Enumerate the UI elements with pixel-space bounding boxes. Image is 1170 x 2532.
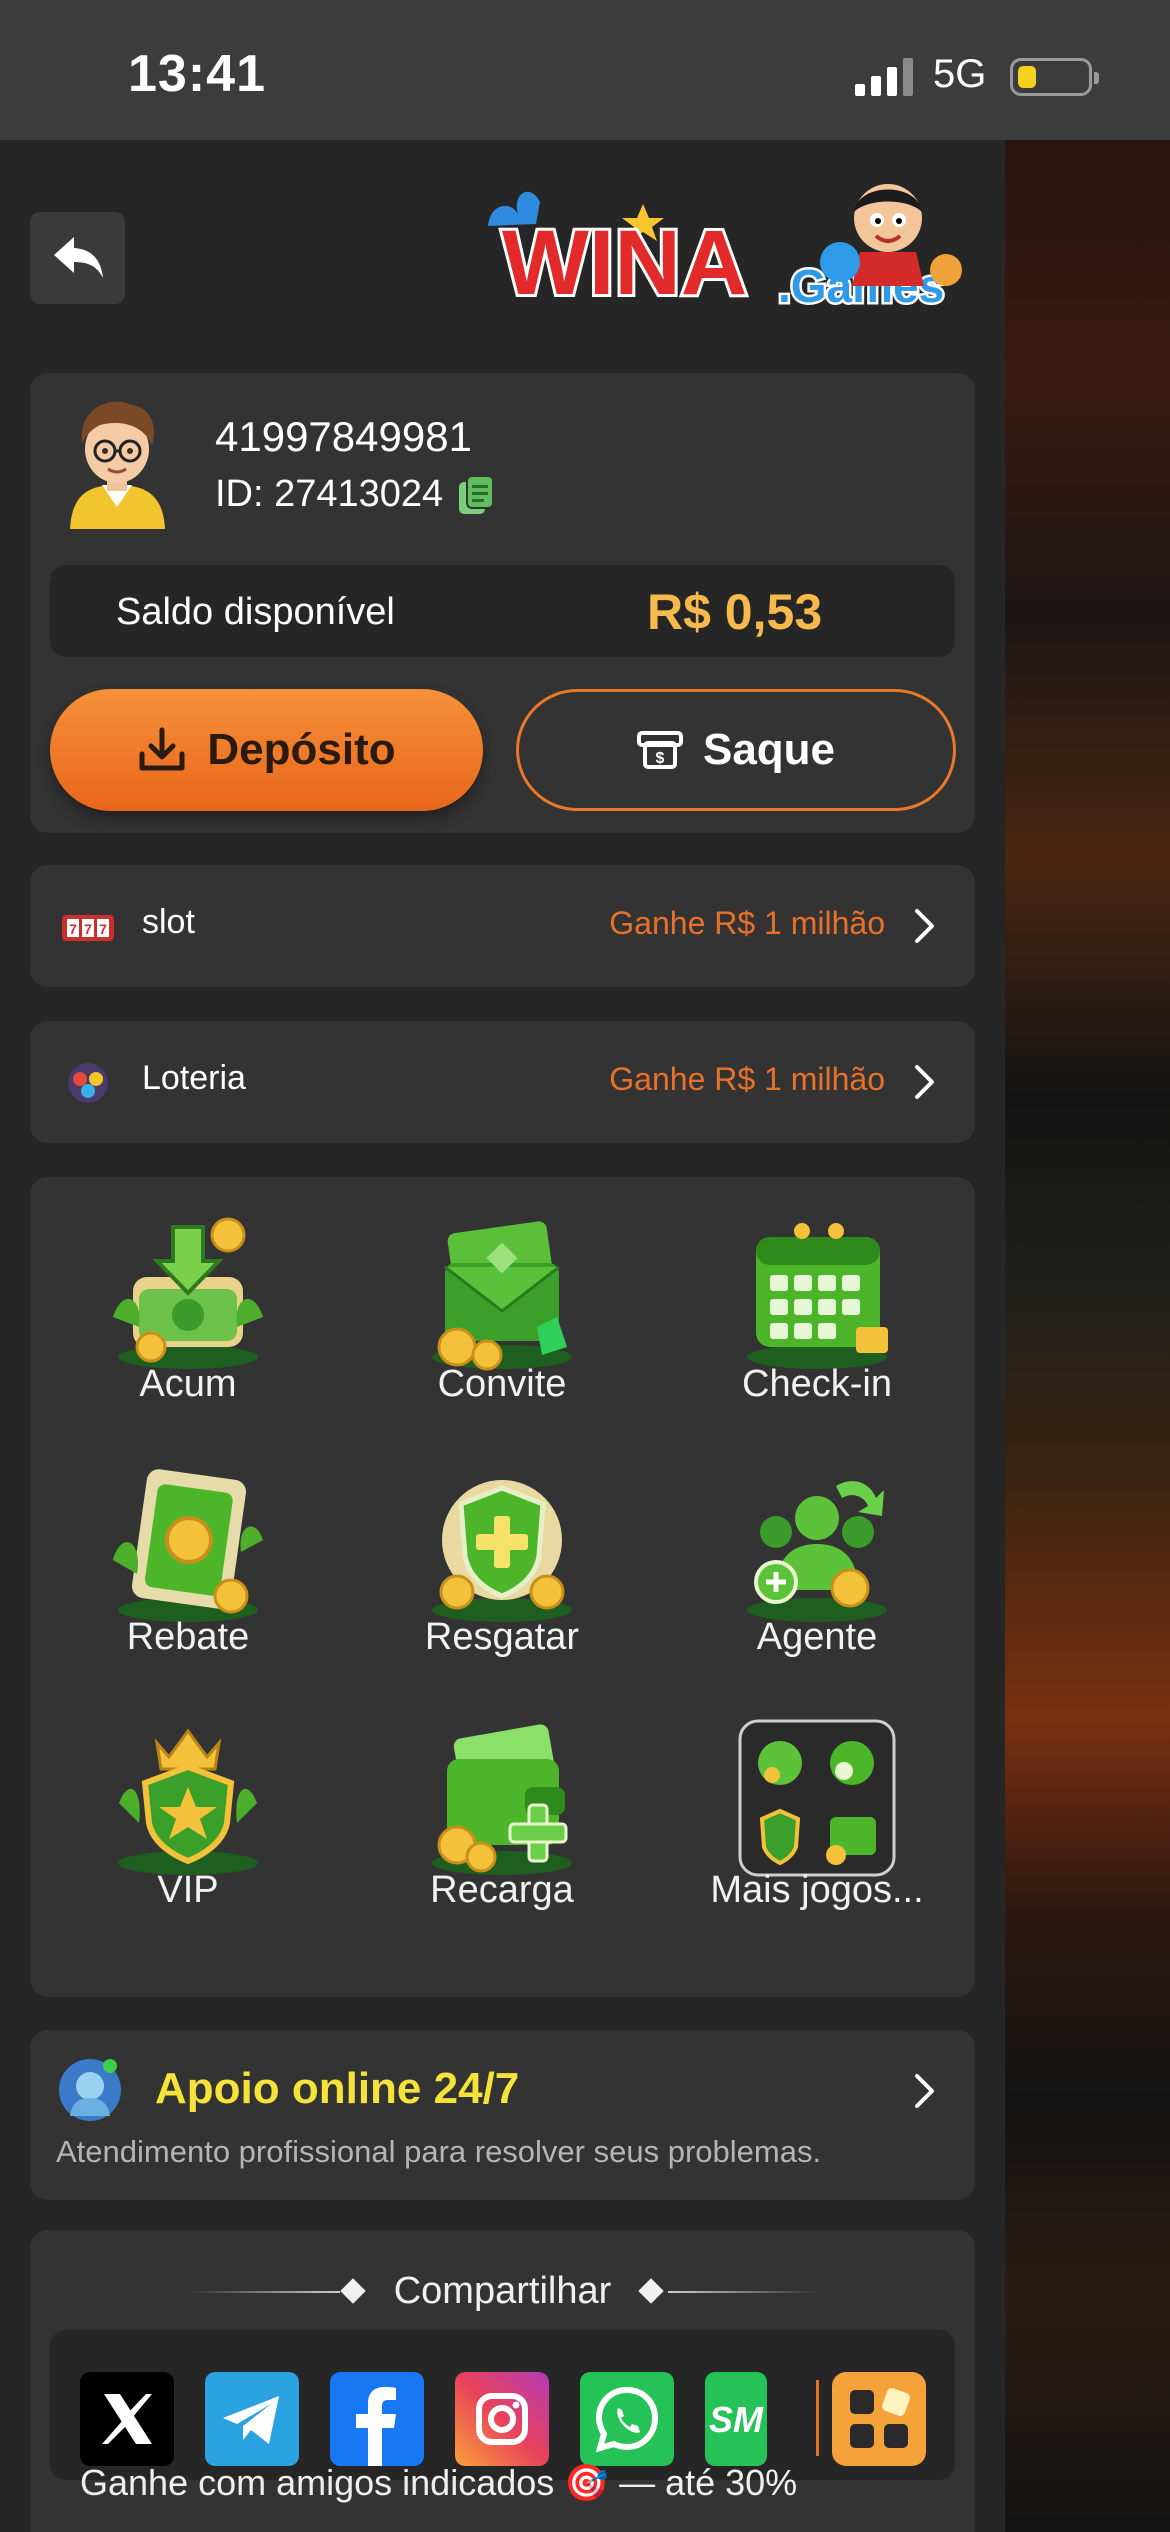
support-subtitle: Atendimento profissional para resolver s…	[56, 2134, 822, 2169]
balance-label: Saldo disponível	[116, 591, 395, 633]
svg-text:7: 7	[99, 921, 107, 937]
network-type: 5G	[933, 52, 987, 96]
status-bar: 13:41 5G	[0, 0, 1170, 140]
signal-icon	[855, 58, 913, 96]
share-divider	[816, 2380, 819, 2456]
share-caption: Ganhe com amigos indicados 🎯 — até 30%	[80, 2462, 798, 2503]
feature-label: Agente	[756, 1616, 878, 1658]
calendar-icon	[747, 1223, 888, 1369]
user-id: ID: 27413024	[215, 473, 444, 515]
instagram-icon[interactable]	[455, 2372, 549, 2466]
promo-cta: Ganhe R$ 1 milhão	[609, 905, 885, 941]
chevron-right-icon	[915, 909, 934, 943]
more-apps-icon[interactable]	[832, 2372, 926, 2466]
feature-label: Resgatar	[424, 1616, 580, 1658]
more-games-icon	[738, 1719, 896, 1877]
money-stack-icon	[113, 1217, 263, 1369]
background-overlay[interactable]	[1005, 140, 1170, 2532]
feature-label: Mais jogos...	[710, 1869, 924, 1911]
facebook-icon[interactable]	[330, 2372, 424, 2466]
chevron-right-icon	[915, 1065, 934, 1099]
promo-row-lottery[interactable]: Loteria Ganhe R$ 1 milhão	[30, 1021, 975, 1143]
shield-plus-icon	[432, 1480, 572, 1622]
feature-checkin[interactable]: Check-in	[702, 1197, 932, 1437]
sms-icon[interactable]: SM	[705, 2372, 767, 2466]
divider-line	[668, 2291, 818, 2293]
feature-grid: Acum Convite Check-in Rebate Resgatar Ag…	[30, 1177, 975, 1997]
promo-cta: Ganhe R$ 1 milhão	[609, 1061, 885, 1097]
support-title: Apoio online 24/7	[155, 2064, 520, 2113]
telegram-icon[interactable]	[205, 2372, 299, 2466]
feature-rebate[interactable]: Rebate	[73, 1450, 303, 1690]
withdraw-label: Saque	[702, 725, 836, 774]
status-time: 13:41	[128, 45, 266, 103]
feature-label: Check-in	[742, 1363, 892, 1405]
share-card: Compartilhar SM Ganhe com amigos indicad…	[30, 2230, 975, 2532]
back-button[interactable]	[30, 212, 125, 304]
feature-recarga[interactable]: Recarga	[387, 1703, 617, 1943]
vip-crown-shield-icon	[118, 1728, 258, 1875]
svg-text:SM: SM	[709, 2399, 764, 2440]
support-agent-icon	[59, 2059, 121, 2121]
lottery-ball-icon	[68, 1063, 108, 1103]
deposit-button[interactable]: Depósito	[50, 689, 483, 811]
feature-label: Rebate	[126, 1616, 250, 1658]
chevron-right-icon	[915, 2074, 934, 2108]
support-card[interactable]: Apoio online 24/7 Atendimento profission…	[30, 2030, 975, 2200]
feature-label: Recarga	[430, 1869, 574, 1911]
user-avatar[interactable]	[60, 389, 175, 529]
slot-machine-icon: 7 7 7	[62, 915, 114, 941]
feature-resgatar[interactable]: Resgatar	[387, 1450, 617, 1690]
promo-label: slot	[142, 903, 195, 941]
copy-icon[interactable]	[457, 474, 495, 516]
user-card: 41997849981 ID: 27413024 Saldo disponíve…	[30, 373, 975, 833]
svg-text:7: 7	[84, 921, 92, 937]
feature-agente[interactable]: Agente	[702, 1450, 932, 1690]
user-phone: 41997849981	[215, 413, 472, 460]
user-id-row: ID: 27413024	[215, 473, 495, 516]
wina-games-logo: WINA .Games	[488, 184, 962, 317]
download-icon	[139, 727, 185, 771]
feature-acum[interactable]: Acum	[73, 1197, 303, 1437]
share-title: Compartilhar	[393, 2270, 612, 2312]
feature-vip[interactable]: VIP	[73, 1703, 303, 1943]
balance-value: R$ 0,53	[647, 584, 823, 640]
side-menu-panel: WINA .Games 41997849981 ID: 27413024	[0, 140, 1005, 2532]
battery-icon	[1010, 58, 1099, 96]
feature-mais-jogos[interactable]: Mais jogos...	[702, 1703, 932, 1943]
x-icon[interactable]	[80, 2372, 174, 2466]
svg-text:$: $	[656, 750, 665, 767]
withdraw-icon: $	[636, 731, 683, 769]
rebate-ticket-icon	[113, 1469, 263, 1622]
wallet-plus-icon	[432, 1724, 572, 1875]
whatsapp-icon[interactable]	[580, 2372, 674, 2466]
back-arrow-icon	[53, 237, 103, 278]
balance-row: Saldo disponível R$ 0,53	[50, 565, 955, 657]
share-platforms: SM	[50, 2330, 955, 2480]
feature-convite[interactable]: Convite	[387, 1197, 617, 1437]
withdraw-button[interactable]: $ Saque	[516, 689, 956, 811]
svg-text:WINA: WINA	[502, 212, 747, 314]
invite-envelope-icon	[432, 1221, 572, 1371]
promo-label: Loteria	[142, 1059, 246, 1097]
deposit-label: Depósito	[207, 725, 396, 774]
promo-row-slot[interactable]: 7 7 7 slot Ganhe R$ 1 milhão	[30, 865, 975, 987]
feature-label: Convite	[437, 1363, 567, 1405]
feature-label: Acum	[139, 1363, 237, 1405]
agent-people-icon	[747, 1481, 887, 1622]
svg-text:7: 7	[69, 921, 77, 937]
feature-label: VIP	[157, 1869, 219, 1911]
